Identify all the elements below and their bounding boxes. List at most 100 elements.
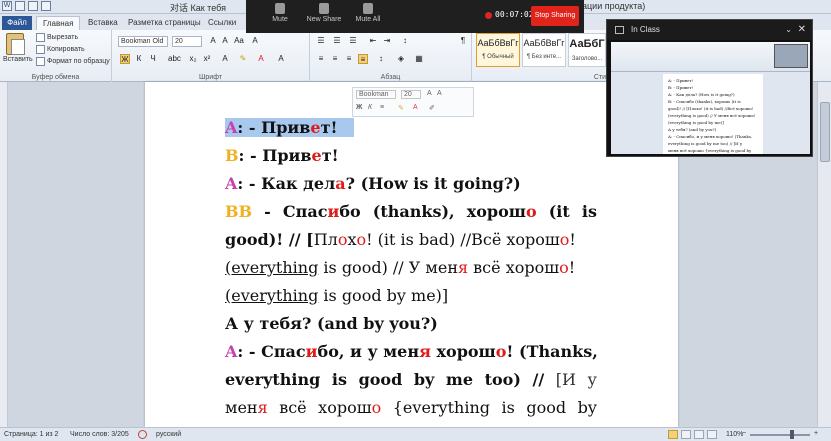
proofing-icon[interactable] [138, 430, 147, 439]
font-color-icon[interactable]: A [256, 54, 266, 64]
show-marks-icon[interactable]: ¶ [458, 36, 468, 46]
justify-icon[interactable]: ≡ [358, 54, 368, 64]
bullets-icon[interactable]: ☰ [316, 36, 326, 46]
text-effects-icon[interactable]: A [220, 54, 230, 64]
shrink-font-icon[interactable]: A [220, 36, 230, 46]
highlight-icon[interactable]: ✎ [238, 54, 248, 64]
mini-grow-font-icon[interactable]: A [427, 90, 432, 97]
preview-line: B: - Спасибо (thanks), хорошо (it is [668, 99, 741, 104]
web-layout-view-icon[interactable] [694, 430, 704, 439]
strikethrough-button[interactable]: abc [168, 54, 181, 64]
preview-line: B: - Привет! [668, 85, 694, 90]
mute-button[interactable]: Mute [258, 3, 302, 23]
print-layout-view-icon[interactable] [668, 430, 678, 439]
scrollbar-thumb[interactable] [820, 102, 830, 162]
format-painter-button[interactable]: Формат по образцу [36, 57, 110, 66]
recording-indicator-icon [485, 12, 492, 19]
zoom-in-icon[interactable]: + [814, 430, 818, 437]
redo-icon[interactable] [41, 1, 51, 11]
save-icon[interactable] [15, 1, 25, 11]
tab-insert[interactable]: Вставка [82, 16, 124, 30]
font-size-select[interactable]: 20 [172, 36, 202, 47]
zoom-out-icon[interactable]: − [742, 430, 746, 437]
tab-page-layout[interactable]: Разметка страницы [122, 16, 207, 30]
bold-button[interactable]: Ж [120, 54, 130, 64]
style-no-spacing[interactable]: АаБбВвГг ¶ Без инте... [522, 33, 566, 67]
style-heading[interactable]: АаБбГ Заголово... [568, 33, 606, 67]
mini-font-size[interactable]: 20 [401, 90, 421, 99]
new-share-button[interactable]: New Share [302, 3, 346, 23]
language-indicator[interactable]: русский [156, 431, 181, 438]
numbering-icon[interactable]: ☰ [332, 36, 342, 46]
preview-line: меня всё хорошо {everything is good by [668, 148, 752, 153]
tab-references[interactable]: Ссылки [202, 16, 242, 30]
line-word: хорош [466, 202, 526, 221]
line-text: is good by me)] [318, 286, 449, 305]
word-count[interactable]: Число слов: 3/205 [70, 431, 129, 438]
doc-line-11: меня всё хорошо {everything is good by [225, 398, 597, 417]
superscript-button[interactable]: x² [202, 54, 212, 64]
align-right-icon[interactable]: ≡ [344, 54, 354, 64]
line-word: by [577, 398, 597, 417]
line-text: (everything [225, 258, 319, 277]
mini-font-name[interactable]: Bookman [356, 90, 396, 99]
paste-icon[interactable] [6, 33, 25, 55]
shading-icon[interactable]: ◈ [396, 54, 406, 64]
copy-button[interactable]: Копировать [36, 45, 85, 54]
sort-icon[interactable]: ↕ [400, 36, 410, 46]
font-name-select[interactable]: Bookman Old [118, 36, 168, 47]
mini-highlight-icon[interactable]: ✎ [398, 104, 404, 112]
align-center-icon[interactable]: ≡ [330, 54, 340, 64]
subscript-button[interactable]: x₂ [188, 54, 198, 64]
mini-format-painter-icon[interactable]: ✐ [429, 104, 435, 112]
outline-view-icon[interactable] [707, 430, 717, 439]
cut-button[interactable]: Вырезать [36, 33, 78, 42]
in-class-window[interactable]: In Class ⌄ ✕ A: - Привет! B: - Привет! A… [606, 19, 813, 157]
italic-button[interactable]: К [134, 54, 144, 64]
vertical-scrollbar[interactable] [817, 82, 831, 427]
style-normal[interactable]: АаБбВвГг ¶ Обычный [476, 33, 520, 67]
paste-button[interactable]: Вставить [3, 56, 33, 63]
align-left-icon[interactable]: ≡ [316, 54, 326, 64]
speaker-b-label: B [225, 202, 239, 221]
tab-home[interactable]: Главная [36, 16, 81, 30]
mini-italic-icon[interactable]: К [368, 104, 372, 111]
borders-icon[interactable]: ▦ [414, 54, 424, 64]
mute-label: Mute [272, 16, 288, 23]
speaker-a-label: A [225, 174, 238, 193]
grow-font-icon[interactable]: A [208, 36, 218, 46]
chevron-down-icon[interactable]: ⌄ [785, 20, 792, 40]
full-screen-view-icon[interactable] [681, 430, 691, 439]
multilevel-list-icon[interactable]: ☰ [348, 36, 358, 46]
mini-toolbar[interactable]: Bookman 20 A A Ж К ≡ ✎ A ✐ [352, 87, 474, 117]
line-text: т! [320, 118, 338, 137]
line-word: by [413, 370, 435, 389]
underline-button[interactable]: Ч [148, 54, 158, 64]
increase-indent-icon[interactable]: ⇥ [382, 36, 392, 46]
decrease-indent-icon[interactable]: ⇤ [368, 36, 378, 46]
mini-font-color-icon[interactable]: A [413, 104, 418, 111]
zoom-level[interactable]: 110% [726, 431, 743, 438]
line-spacing-icon[interactable]: ↕ [376, 54, 386, 64]
zoom-slider[interactable] [750, 434, 810, 436]
close-icon[interactable]: ✕ [798, 20, 806, 40]
zoom-slider-handle[interactable] [790, 430, 794, 439]
mini-align-icon[interactable]: ≡ [380, 104, 384, 111]
stop-sharing-button[interactable]: Stop Sharing [531, 6, 579, 26]
line-text: ! (Thanks, [506, 342, 598, 361]
document-page[interactable]: A: - Привет! B: - Привет! A: - Как дела?… [145, 82, 678, 427]
undo-icon[interactable] [28, 1, 38, 11]
page-count[interactable]: Страница: 1 из 2 [4, 431, 58, 438]
tab-file[interactable]: Файл [2, 16, 32, 30]
mute-all-button[interactable]: Mute All [346, 3, 390, 23]
mini-shrink-font-icon[interactable]: A [437, 90, 442, 97]
word-app-icon[interactable]: W [2, 1, 12, 11]
change-case-icon[interactable]: Aa [234, 36, 244, 46]
stressed-vowel: а [335, 174, 346, 193]
clear-format-icon[interactable]: A [250, 36, 260, 46]
char-border-icon[interactable]: A [276, 54, 286, 64]
mini-bold-icon[interactable]: Ж [356, 104, 362, 111]
preview-line: A: - Спасибо, и у меня хорошо! (Thanks, [668, 134, 753, 139]
line-word: (it [548, 202, 570, 221]
shared-screen-preview: A: - Привет! B: - Привет! A: - Как дела?… [611, 42, 810, 154]
